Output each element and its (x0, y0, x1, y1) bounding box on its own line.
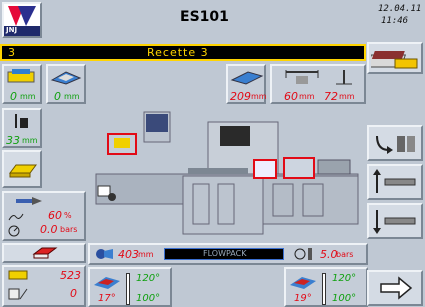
measure-e-value: 72 (324, 90, 338, 103)
measure-c-value: 209 (230, 90, 251, 103)
temp-right-set: 120° (332, 273, 357, 284)
seal-jaw-right-icon (290, 277, 316, 289)
mode-display: FLOWPACK (164, 248, 284, 260)
pressure-gauge-icon (8, 225, 20, 237)
product-belt-icon (50, 71, 82, 85)
measure-tile-c[interactable]: 209 mm (226, 64, 267, 104)
height-tile[interactable]: 33 mm (2, 108, 42, 148)
seal-temp-right-tile[interactable]: 120° 19° 100° (284, 267, 368, 307)
counter-total-value: 523 (60, 269, 81, 282)
percent-value: 60 (48, 209, 62, 222)
counter-batch-icon (8, 288, 28, 300)
measure-c-unit: mm (251, 92, 267, 101)
recipe-edit-button[interactable] (367, 42, 423, 74)
recipe-name: Recette 3 (147, 46, 209, 59)
jaw-gap-icon (285, 70, 319, 84)
thermometer-left-icon (126, 273, 130, 305)
brand-logo: JNJ (2, 2, 42, 38)
knife-icon (16, 197, 42, 205)
mode-label: FLOWPACK (203, 249, 247, 258)
height-value: 33 (6, 134, 20, 147)
height-unit: mm (22, 136, 38, 145)
raise-jaw-icon (373, 169, 416, 193)
pressure-value: 0.0 (40, 223, 58, 236)
date-display: 12.04.11 (378, 4, 422, 14)
measure-tile-b[interactable]: 0 mm (46, 64, 86, 104)
time-display: 11:46 (381, 16, 409, 26)
bottom-status-bar: 403 mm FLOWPACK 5.0 bars (88, 243, 368, 265)
seal-temp-left-tile[interactable]: 120° 17° 100° (88, 267, 172, 307)
recipe-edit-icon (371, 51, 418, 69)
side-button-3[interactable] (367, 203, 423, 239)
measure-e-unit: mm (339, 92, 355, 101)
arrow-right-icon (380, 276, 413, 300)
measure-a-value: 0 (10, 90, 17, 103)
measure-a-unit: mm (20, 92, 36, 101)
reject-button[interactable] (2, 243, 86, 263)
film-length-unit: mm (138, 250, 154, 259)
pressure-unit: bars (60, 225, 78, 234)
film-length-value: 403 (118, 248, 139, 261)
machine-id: ES101 (180, 9, 229, 25)
side-button-1[interactable] (367, 125, 423, 161)
product-height-icon (15, 114, 28, 128)
measure-tile-de[interactable]: 60 mm 72 mm (270, 64, 366, 104)
counter-batch-value: 0 (70, 287, 77, 300)
counter-total-icon (8, 270, 28, 280)
measure-b-unit: mm (64, 92, 80, 101)
jaw-height-icon (336, 70, 352, 85)
rate-tile[interactable]: 60 % 0.0 bars (2, 191, 86, 241)
measure-b-value: 0 (54, 90, 61, 103)
machine-view (88, 104, 368, 240)
measure-tile-a[interactable]: 0 mm (2, 64, 42, 104)
temp-right-actual: 19° (294, 293, 312, 304)
air-pressure-value: 5.0 (320, 248, 338, 261)
temp-right-max: 100° (332, 293, 357, 304)
film-roll-icon (96, 249, 113, 259)
film-width-icon (230, 71, 264, 85)
percent-unit: % (64, 211, 72, 220)
seal-jaw-left-icon (94, 277, 120, 289)
temp-left-set: 120° (136, 273, 161, 284)
recipe-number: 3 (8, 46, 15, 59)
air-pressure-icon (294, 248, 312, 260)
logo-text: JNJ (6, 26, 18, 34)
wave-gauge-icon (8, 213, 24, 221)
side-button-2[interactable] (367, 164, 423, 200)
lower-jaw-icon (373, 210, 416, 234)
thermometer-right-icon (322, 273, 326, 305)
next-page-button[interactable] (367, 270, 423, 306)
temp-left-actual: 17° (98, 293, 116, 304)
temp-left-max: 100° (136, 293, 161, 304)
box-feed-icon (7, 69, 35, 83)
counters-tile: 523 0 (2, 265, 86, 307)
eraser-icon (32, 247, 58, 259)
air-pressure-unit: bars (336, 250, 354, 259)
measure-d-value: 60 (284, 90, 298, 103)
product-button[interactable] (2, 150, 42, 188)
reel-change-icon (376, 135, 415, 154)
measure-d-unit: mm (299, 92, 315, 101)
product-icon (9, 164, 37, 178)
recipe-bar[interactable]: 3 Recette 3 (0, 44, 366, 61)
packaging-machine-illustration (95, 111, 359, 235)
